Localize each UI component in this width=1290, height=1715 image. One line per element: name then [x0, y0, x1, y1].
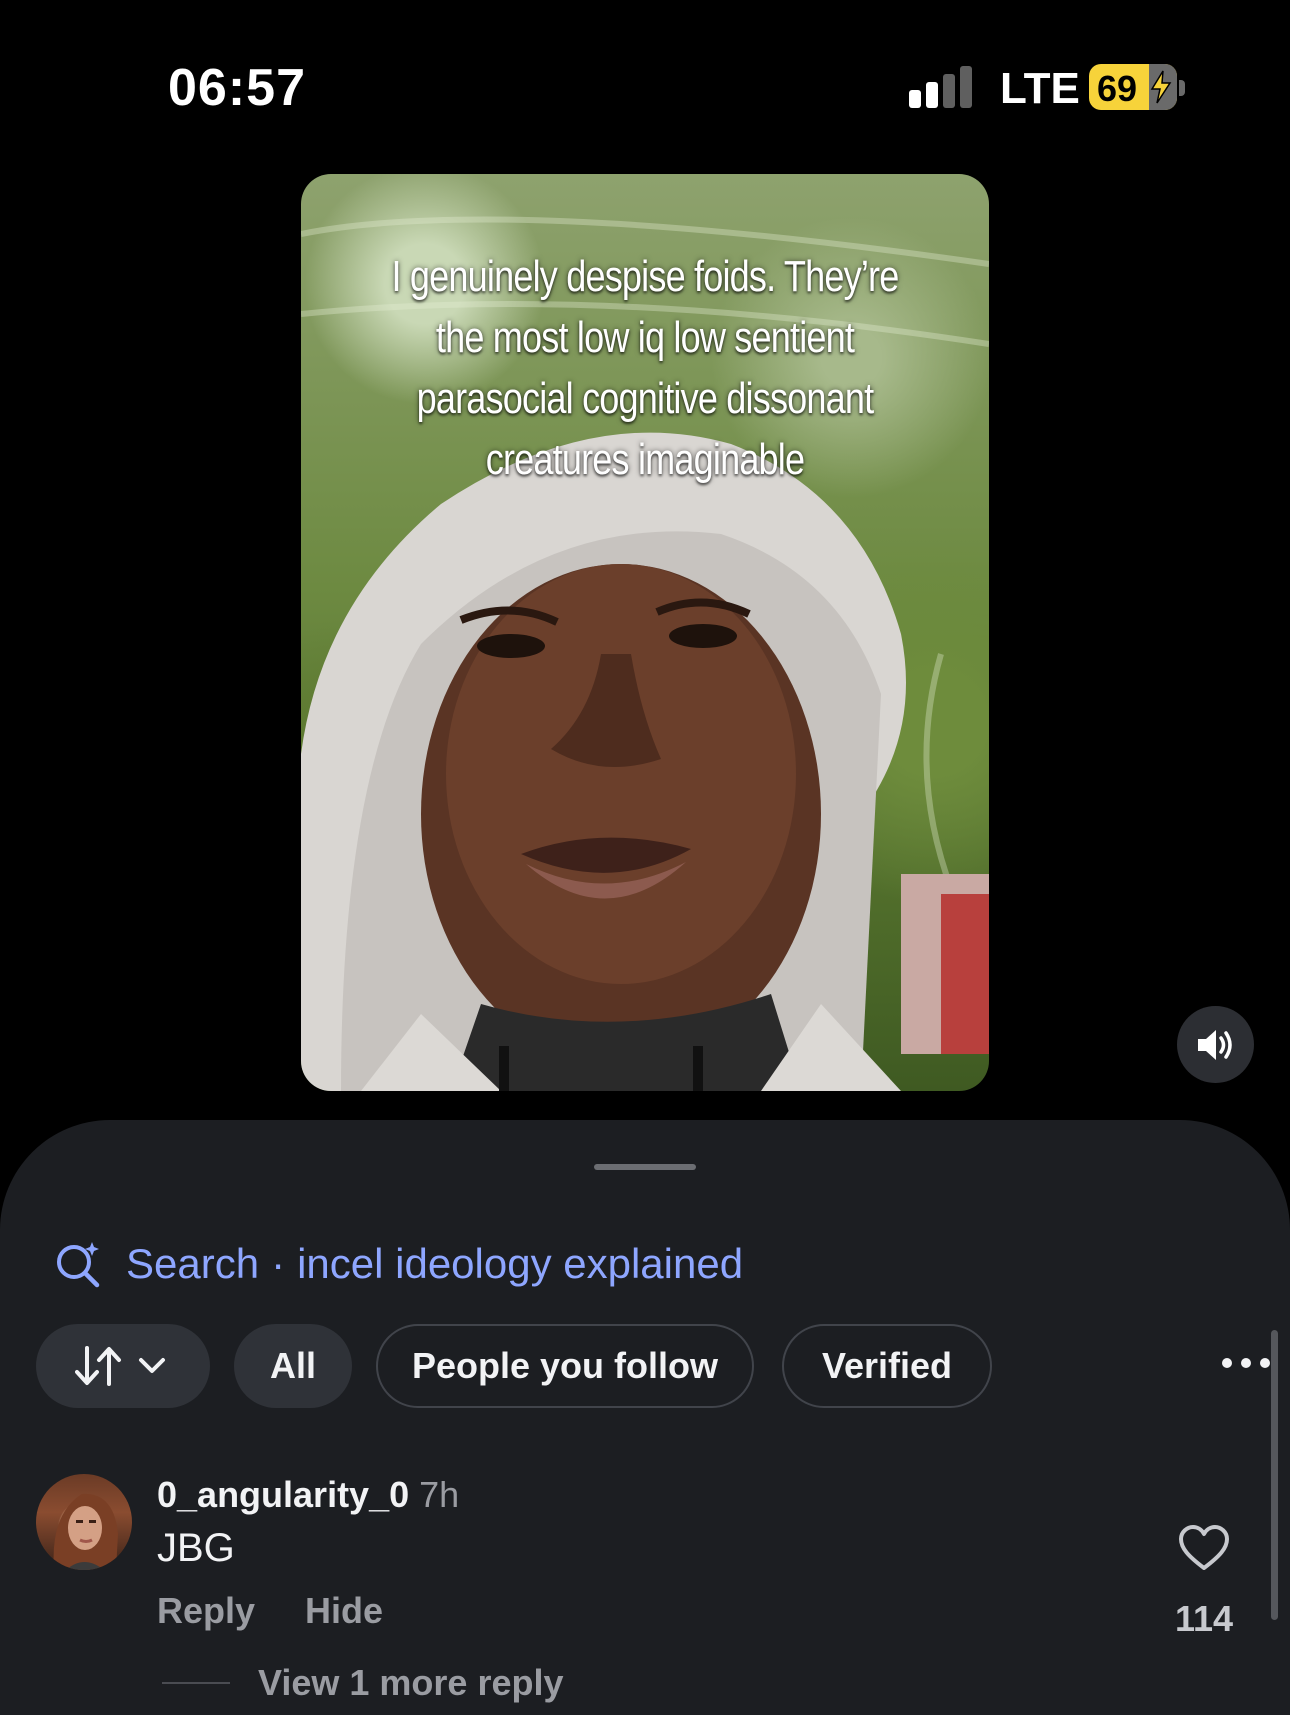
heart-icon[interactable]	[1178, 1524, 1230, 1572]
comment-time: 7h	[419, 1474, 460, 1515]
video-caption: I genuinely despise foids. They’re the m…	[391, 252, 900, 484]
charging-bolt-icon	[1150, 70, 1172, 104]
battery-percent: 69	[1097, 68, 1138, 109]
reply-button[interactable]: Reply	[157, 1590, 255, 1632]
ai-search-icon	[57, 1242, 100, 1288]
scrollbar[interactable]	[1271, 1330, 1278, 1620]
thread-line	[162, 1682, 230, 1684]
battery-icon: 69	[1089, 64, 1177, 110]
comments-sheet: Search · incel ideology explained All Pe…	[0, 1120, 1290, 1715]
avatar[interactable]	[36, 1474, 132, 1570]
comment-filter-bar: All People you follow Verified	[36, 1324, 1270, 1410]
status-time: 06:57	[168, 59, 306, 117]
sort-dropdown-button[interactable]	[36, 1324, 210, 1408]
hide-button[interactable]: Hide	[305, 1590, 383, 1632]
sort-arrows-icon	[75, 1346, 165, 1386]
comment-item: 0_angularity_0 7h JBG Reply Hide 114 View…	[36, 1474, 1266, 1715]
speaker-volume-icon	[1197, 1029, 1232, 1060]
comment-author[interactable]: 0_angularity_0 7h	[157, 1474, 459, 1516]
filter-verified-chip[interactable]: Verified	[782, 1324, 992, 1408]
battery-tip	[1179, 80, 1185, 96]
search-query: incel ideology explained	[297, 1240, 744, 1287]
video-player[interactable]: I genuinely despise foids. They’re the m…	[301, 174, 989, 1091]
signal-strength-icon	[909, 66, 975, 108]
search-separator: ·	[271, 1240, 286, 1287]
search-label: Search	[126, 1240, 260, 1287]
avatar-image	[53, 1493, 118, 1570]
view-more-replies-button[interactable]: View 1 more reply	[162, 1662, 564, 1704]
like-count: 114	[1174, 1598, 1234, 1639]
comment-username[interactable]: 0_angularity_0	[157, 1474, 409, 1515]
view-more-replies-label: View 1 more reply	[258, 1662, 564, 1703]
filter-all-chip[interactable]: All	[234, 1324, 352, 1408]
sheet-grabber[interactable]	[594, 1164, 696, 1170]
network-type: LTE	[1000, 64, 1080, 113]
comment-text: JBG	[157, 1526, 235, 1570]
sound-toggle-button[interactable]	[1177, 1006, 1254, 1083]
screen: 06:57 LTE 69 I genuinely despise foids. …	[0, 0, 1290, 1715]
comment-actions: Reply Hide	[157, 1590, 383, 1632]
comment-search-link[interactable]: Search · incel ideology explained	[54, 1234, 743, 1294]
filter-people-you-follow-chip[interactable]: People you follow	[376, 1324, 754, 1408]
